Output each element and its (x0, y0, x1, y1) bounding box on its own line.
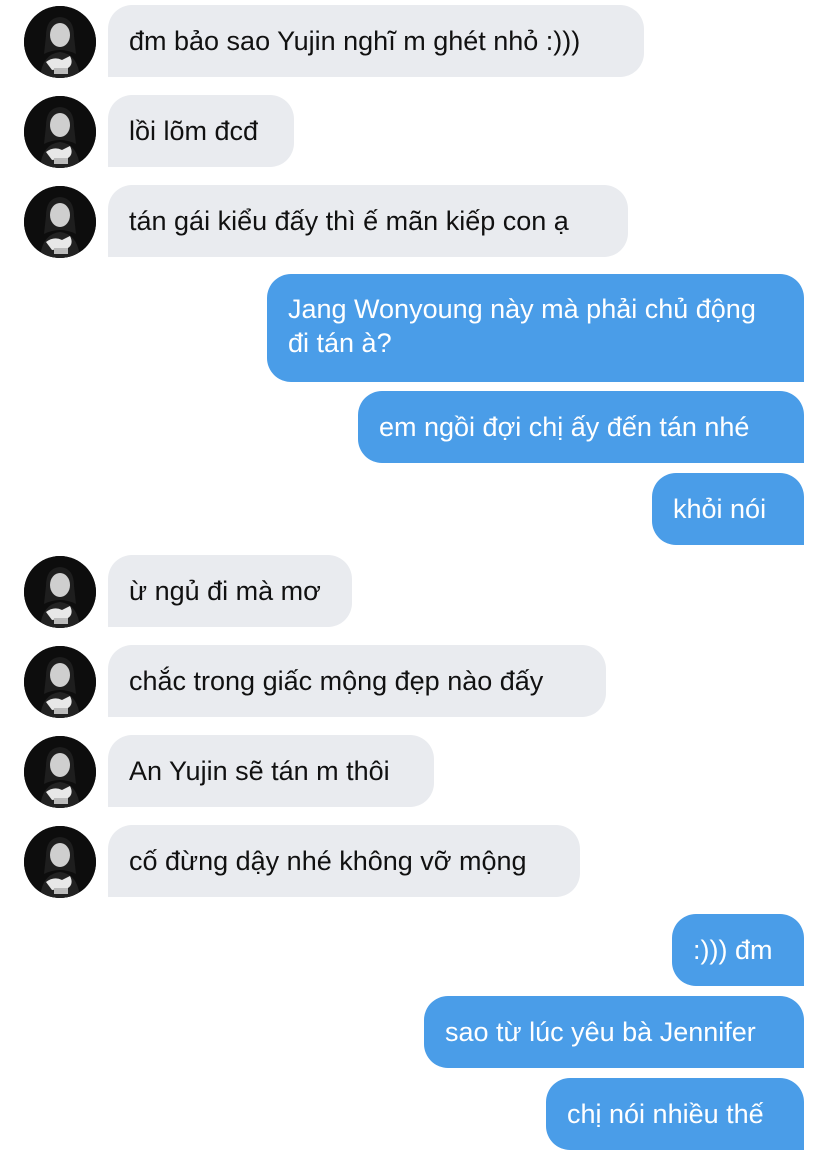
profile-photo-icon (24, 736, 96, 808)
profile-photo-icon (24, 186, 96, 258)
avatar[interactable] (24, 6, 96, 78)
message-bubble-incoming[interactable]: cố đừng dậy nhé không vỡ mộng (108, 825, 580, 897)
message-bubble-incoming[interactable]: An Yujin sẽ tán m thôi (108, 735, 434, 807)
profile-photo-icon (24, 646, 96, 718)
profile-photo-icon (24, 96, 96, 168)
message-bubble-outgoing[interactable]: :))) đm (672, 914, 804, 986)
avatar[interactable] (24, 736, 96, 808)
message-bubble-incoming[interactable]: ừ ngủ đi mà mơ (108, 555, 352, 627)
message-bubble-incoming[interactable]: tán gái kiểu đấy thì ế mãn kiếp con ạ (108, 185, 628, 257)
message-bubble-incoming[interactable]: chắc trong giấc mộng đẹp nào đấy (108, 645, 606, 717)
avatar[interactable] (24, 96, 96, 168)
message-bubble-incoming[interactable]: đm bảo sao Yujin nghĩ m ghét nhỏ :))) (108, 5, 644, 77)
message-bubble-outgoing[interactable]: chị nói nhiều thế (546, 1078, 804, 1150)
chat-thread: đm bảo sao Yujin nghĩ m ghét nhỏ :))) lồ… (0, 0, 828, 1153)
avatar[interactable] (24, 556, 96, 628)
profile-photo-icon (24, 6, 96, 78)
avatar[interactable] (24, 826, 96, 898)
message-bubble-outgoing[interactable]: khỏi nói (652, 473, 804, 545)
profile-photo-icon (24, 826, 96, 898)
message-bubble-outgoing[interactable]: Jang Wonyoung này mà phải chủ động đi tá… (267, 274, 804, 382)
profile-photo-icon (24, 556, 96, 628)
message-bubble-outgoing[interactable]: em ngồi đợi chị ấy đến tán nhé (358, 391, 804, 463)
avatar[interactable] (24, 646, 96, 718)
avatar[interactable] (24, 186, 96, 258)
message-bubble-incoming[interactable]: lồi lõm đcđ (108, 95, 294, 167)
message-bubble-outgoing[interactable]: sao từ lúc yêu bà Jennifer (424, 996, 804, 1068)
